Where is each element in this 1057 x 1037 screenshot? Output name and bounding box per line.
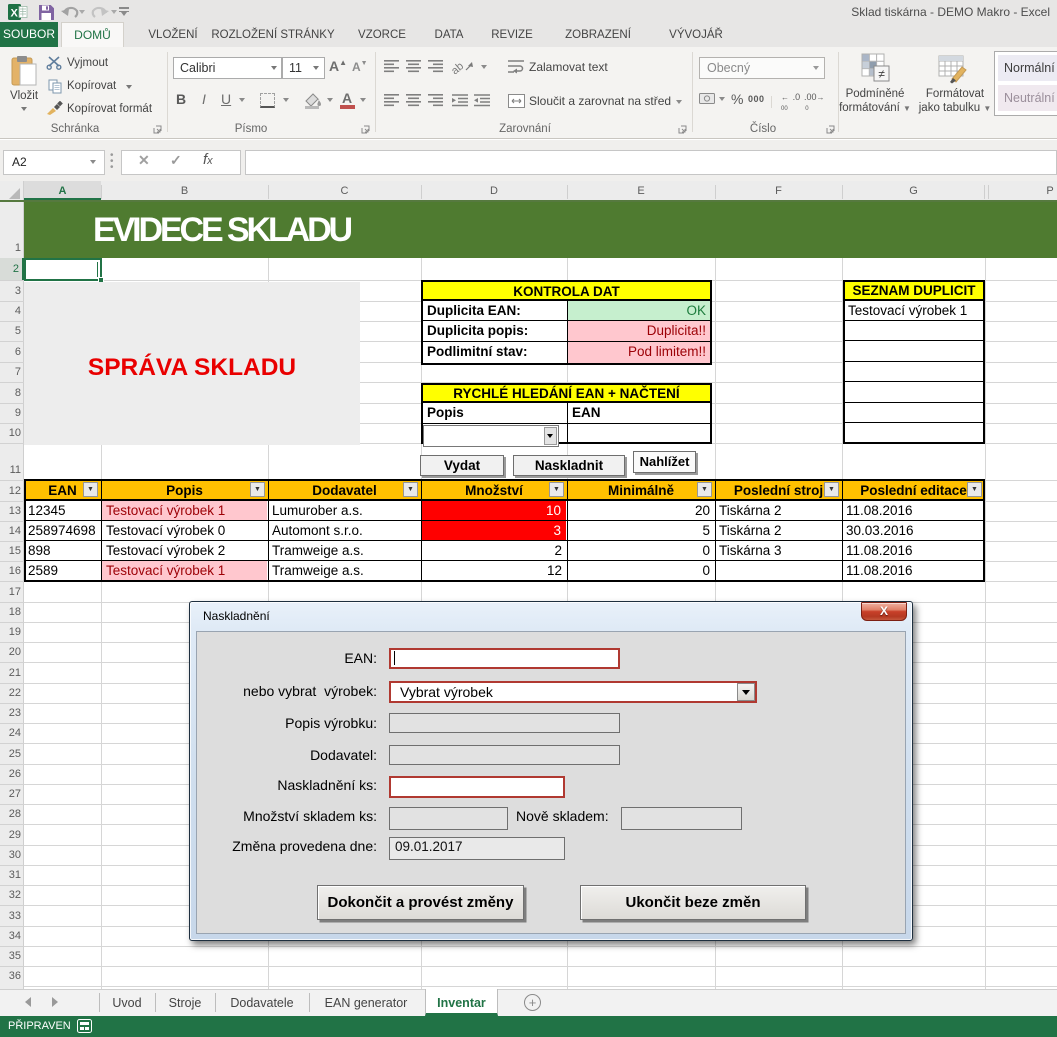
- svg-text:≠: ≠: [878, 67, 885, 81]
- svg-text:ab: ab: [452, 60, 466, 74]
- svg-text:X: X: [11, 8, 19, 20]
